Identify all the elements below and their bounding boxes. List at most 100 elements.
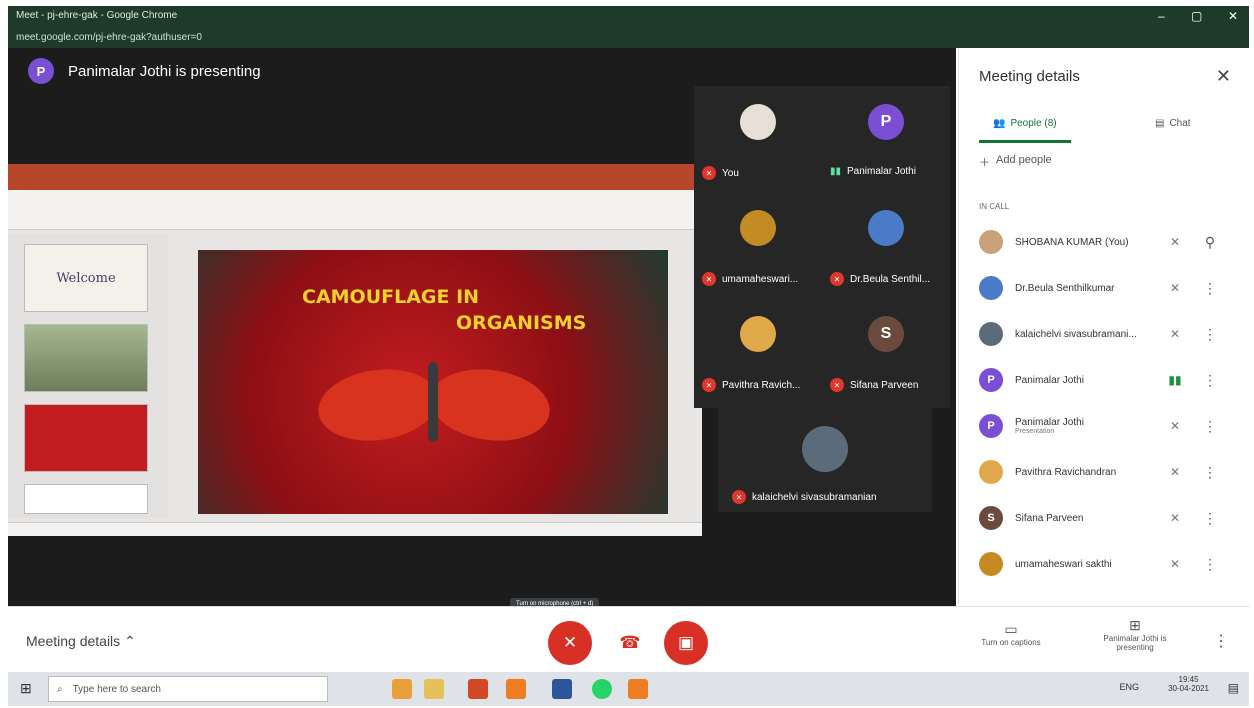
close-icon[interactable]: ✕	[1216, 66, 1231, 87]
notifications-icon[interactable]: ▤	[1228, 681, 1239, 695]
tile-label-row: ▮▮ Panimalar Jothi	[830, 166, 916, 177]
more-options-icon[interactable]: ⋮	[1195, 326, 1225, 343]
mic-toggle-button[interactable]: ✕	[548, 621, 592, 665]
tile-avatar	[740, 316, 776, 352]
more-options-icon[interactable]: ⋮	[1195, 280, 1225, 297]
person-name-block: Sifana Parveen	[1015, 513, 1155, 524]
add-people-button[interactable]: ＋ Add people	[979, 154, 1052, 170]
tab-chat[interactable]: ▤ Chat	[1155, 118, 1191, 129]
people-list-item[interactable]: kalaichelvi sivasubramani... ✕ ⋮	[979, 314, 1235, 354]
ppt-statusbar	[8, 522, 702, 536]
windows-start-icon[interactable]: ⊞	[20, 680, 32, 697]
participant-tile[interactable]: ✕ umamaheswari...	[694, 192, 822, 298]
tile-avatar: P	[868, 104, 904, 140]
tile-avatar	[868, 210, 904, 246]
thumb-welcome: Welcome	[24, 244, 148, 312]
maximize-icon[interactable]: ▢	[1191, 9, 1202, 23]
participant-tile[interactable]: P ▮▮ Panimalar Jothi	[822, 86, 950, 192]
person-avatar: P	[979, 414, 1003, 438]
mic-off-icon: ✕	[1169, 511, 1181, 525]
thumb-camouflage	[24, 404, 148, 472]
mic-off-icon: ✕	[1169, 327, 1181, 341]
tile-label-row: ✕ Pavithra Ravich...	[702, 378, 800, 392]
more-options-icon[interactable]: ⋮	[1195, 510, 1225, 527]
leave-call-button[interactable]: ☎	[608, 621, 652, 665]
thumb-slide-4	[24, 484, 148, 514]
tile-label: umamaheswari...	[722, 273, 799, 285]
search-placeholder: Type here to search	[72, 683, 161, 695]
participant-tiles: ✕ You P ▮▮ Panimalar Jothi ✕ umamaheswari... ✕ D…	[694, 86, 950, 408]
shared-powerpoint-window: Welcome CAMOUFLAGE IN ORGANISMS	[8, 164, 702, 536]
person-name: Panimalar Jothi	[1015, 374, 1084, 386]
people-list-item[interactable]: SHOBANA KUMAR (You) ✕ ⚲	[979, 222, 1235, 262]
person-name: SHOBANA KUMAR (You)	[1015, 236, 1129, 248]
close-window-icon[interactable]: ✕	[1228, 9, 1238, 23]
more-options-icon[interactable]: ⋮	[1195, 556, 1225, 573]
chrome-app-icon[interactable]	[392, 679, 412, 699]
person-name-block: Panimalar Jothi	[1015, 375, 1155, 386]
tile-label: kalaichelvi sivasubramanian	[752, 491, 877, 503]
search-icon: ⌕	[57, 683, 63, 695]
add-people-label: Add people	[996, 154, 1052, 166]
tab-people-label: People (8)	[1010, 118, 1057, 129]
person-name: Panimalar Jothi	[1015, 417, 1084, 428]
person-name: Sifana Parveen	[1015, 512, 1084, 524]
tile-label: Panimalar Jothi	[847, 166, 916, 177]
presenting-button[interactable]: ⊞ Panimalar Jothi is presenting	[1088, 617, 1182, 652]
taskbar-search[interactable]: ⌕ Type here to search	[48, 676, 328, 702]
participant-tile[interactable]: ✕ Pavithra Ravich...	[694, 298, 822, 404]
tile-avatar: S	[868, 316, 904, 352]
mic-off-icon: ✕	[830, 272, 844, 286]
tile-avatar	[802, 426, 848, 472]
clock[interactable]: 19:45 30-04-2021	[1168, 675, 1209, 693]
presenter-avatar: P	[28, 58, 54, 84]
mic-off-icon: ✕	[830, 378, 844, 392]
person-name-block: kalaichelvi sivasubramani...	[1015, 329, 1155, 340]
file-explorer-icon[interactable]	[424, 679, 444, 699]
presenting-label: Panimalar Jothi is presenting	[1103, 634, 1167, 652]
people-list-item[interactable]: Dr.Beula Senthilkumar ✕ ⋮	[979, 268, 1235, 308]
people-list-item[interactable]: umamaheswari sakthi ✕ ⋮	[979, 544, 1235, 584]
person-avatar	[979, 276, 1003, 300]
meeting-details-button[interactable]: Meeting details ⌃	[26, 633, 136, 650]
more-options-icon[interactable]: ⋮	[1195, 372, 1225, 389]
word-app-icon[interactable]	[552, 679, 572, 699]
slide-thumbnails: Welcome	[8, 234, 168, 518]
participant-tile[interactable]: ✕ You	[694, 86, 822, 192]
in-call-heading: IN CALL	[979, 202, 1010, 211]
people-list-item[interactable]: P Panimalar Jothi Presentation ✕ ⋮	[979, 406, 1235, 446]
butterfly-left-wing	[313, 361, 443, 449]
more-options-icon[interactable]: ⋮	[1195, 464, 1225, 481]
app-icon[interactable]	[506, 679, 526, 699]
presenter-banner: P Panimalar Jothi is presenting	[28, 58, 261, 84]
people-list-item[interactable]: Pavithra Ravichandran ✕ ⋮	[979, 452, 1235, 492]
address-bar[interactable]: meet.google.com/pj-ehre-gak?authuser=0	[16, 32, 202, 43]
captions-button[interactable]: ▭ Turn on captions	[966, 621, 1056, 647]
participant-tile[interactable]: ✕ Dr.Beula Senthil...	[822, 192, 950, 298]
people-list-item[interactable]: S Sifana Parveen ✕ ⋮	[979, 498, 1235, 538]
more-options-icon[interactable]: ⋮	[1213, 631, 1229, 651]
mic-off-icon: ✕	[1169, 465, 1181, 479]
call-controls-bar: Meeting details ⌃ ✕ ☎ ▣ ▭ Turn on caption…	[8, 606, 1249, 672]
current-slide: CAMOUFLAGE IN ORGANISMS	[198, 250, 668, 514]
minimize-icon[interactable]: –	[1158, 9, 1165, 23]
tile-label: Sifana Parveen	[850, 379, 919, 391]
camera-toggle-button[interactable]: ▣	[664, 621, 708, 665]
mic-off-icon: ✕	[702, 378, 716, 392]
person-avatar	[979, 322, 1003, 346]
system-tray: ENG	[1119, 682, 1139, 692]
mic-off-icon: ✕	[1169, 281, 1181, 295]
language-indicator: ENG	[1119, 682, 1139, 692]
tile-kalaichelvi[interactable]: ✕ kalaichelvi sivasubramanian	[718, 408, 932, 512]
meeting-details-label: Meeting details	[26, 633, 121, 649]
app-icon-2[interactable]	[628, 679, 648, 699]
people-list-item[interactable]: P Panimalar Jothi ▮▮ ⋮	[979, 360, 1235, 400]
whatsapp-icon[interactable]	[592, 679, 612, 699]
more-options-icon[interactable]: ⋮	[1195, 418, 1225, 435]
powerpoint-app-icon[interactable]	[468, 679, 488, 699]
camera-off-icon: ▣	[677, 633, 695, 652]
tab-people[interactable]: 👥 People (8)	[993, 118, 1057, 129]
participant-tile[interactable]: S ✕ Sifana Parveen	[822, 298, 950, 404]
pin-icon[interactable]: ⚲	[1195, 234, 1225, 251]
panel-tabs: 👥 People (8) ▤ Chat	[959, 110, 1249, 143]
